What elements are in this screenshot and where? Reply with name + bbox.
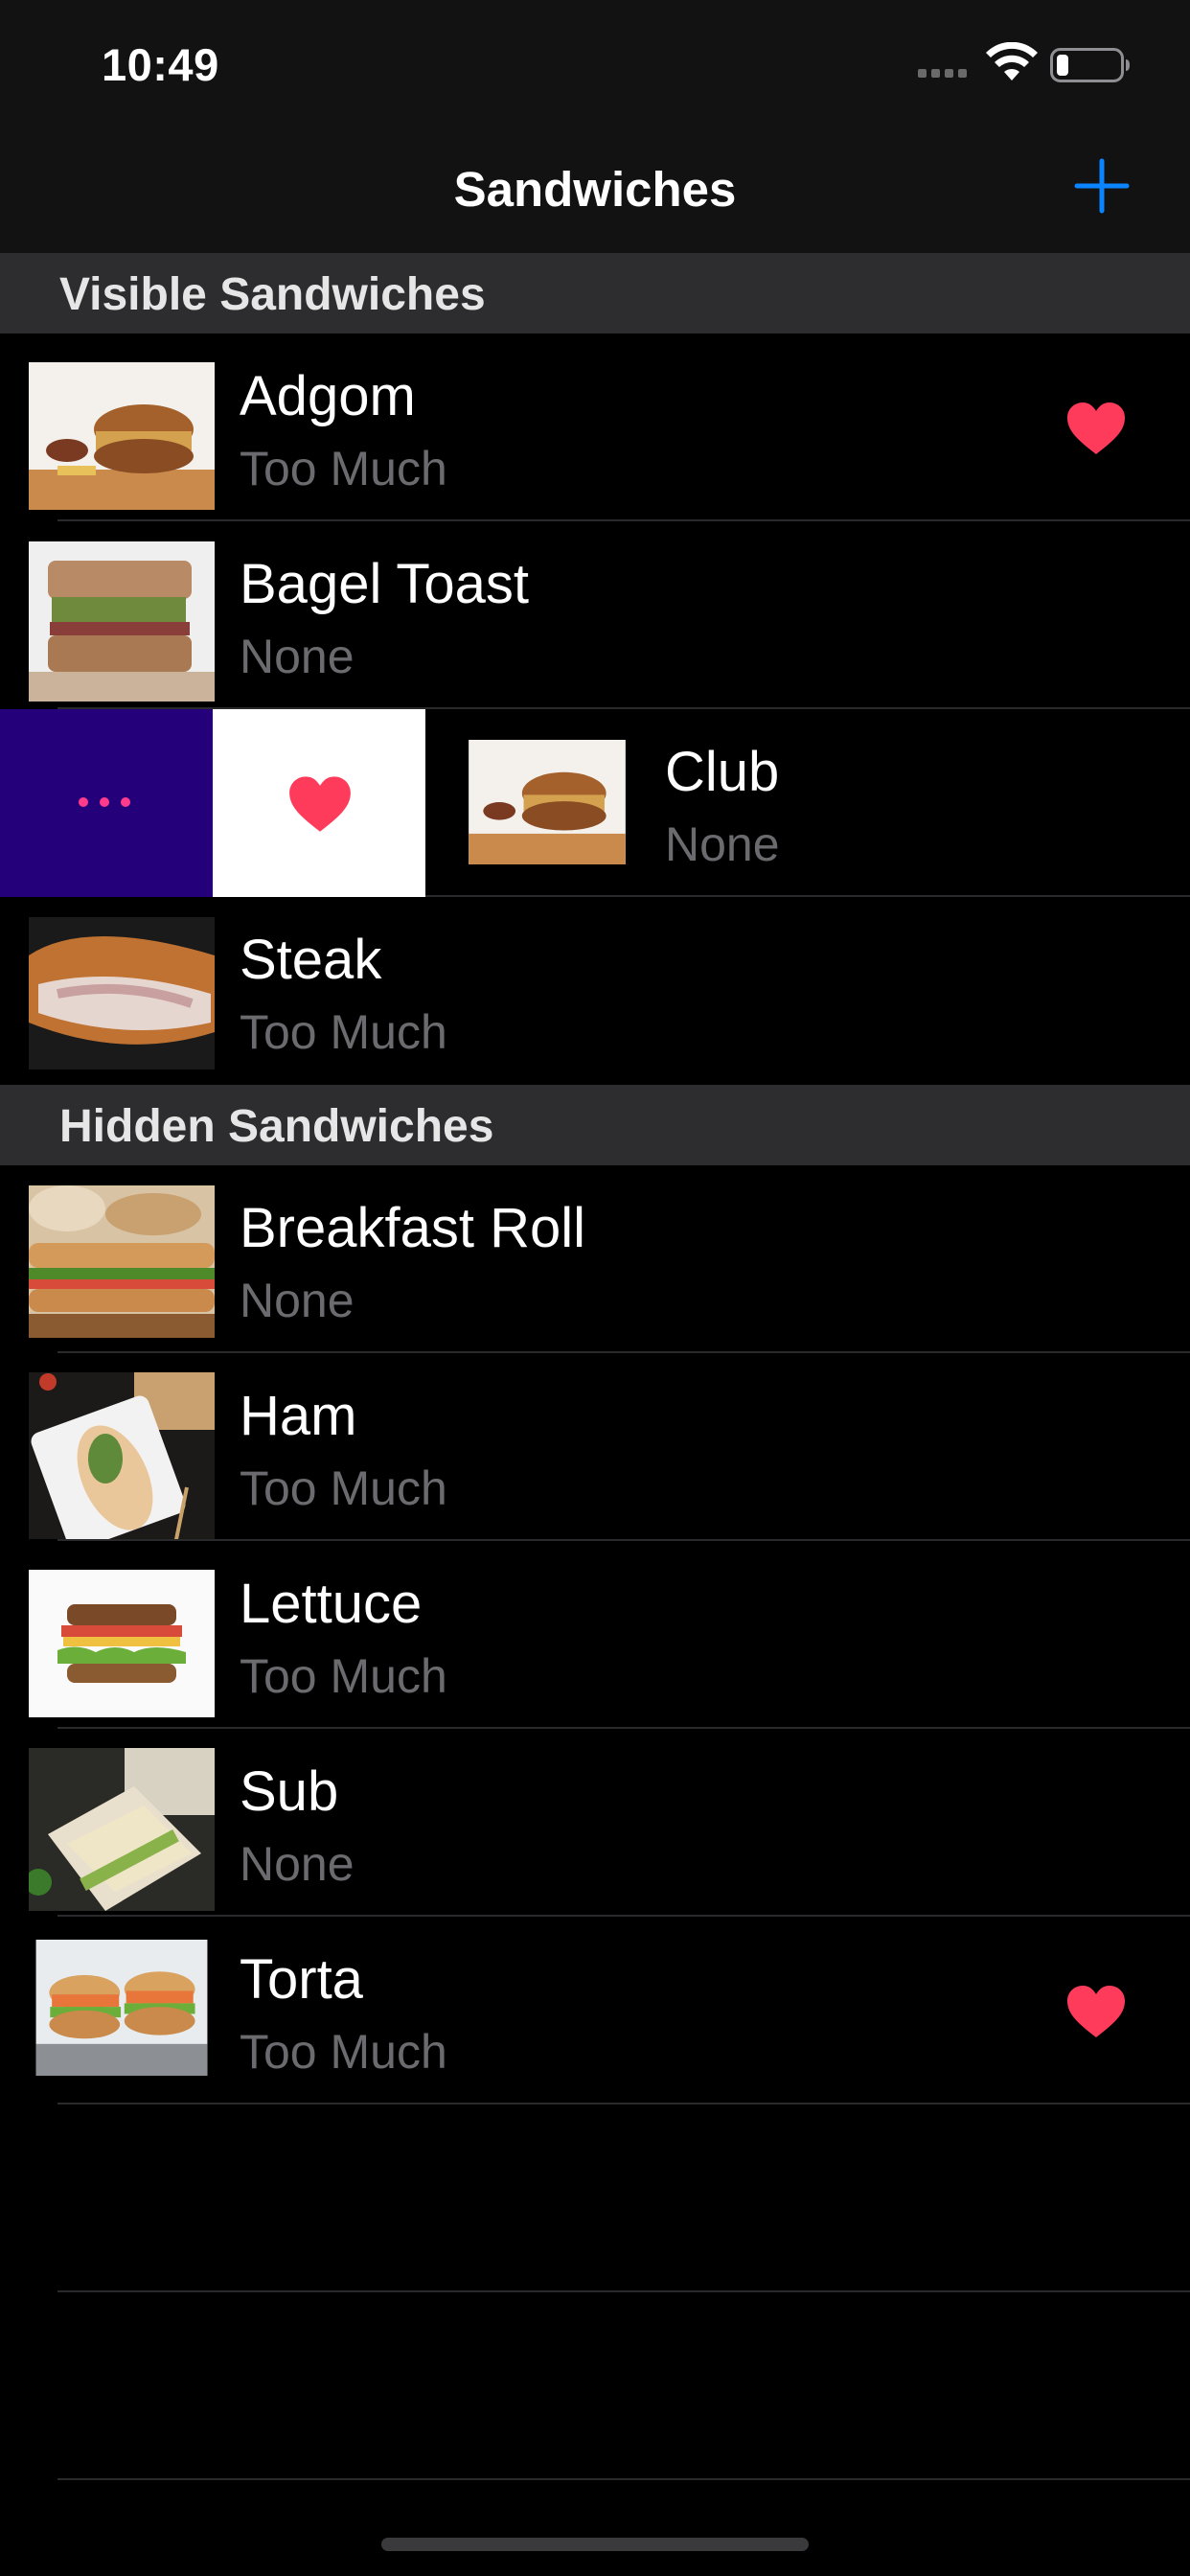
sandwich-name: Breakfast Roll <box>240 1197 586 1259</box>
sandwich-detail: Too Much <box>240 1461 447 1515</box>
swipe-more-button[interactable] <box>0 709 213 897</box>
sandwich-detail: Too Much <box>240 1649 447 1703</box>
sandwich-row-sub[interactable]: Sub None <box>0 1729 1190 1917</box>
sandwich-name: Adgom <box>240 365 416 427</box>
sandwich-row-bagel-toast[interactable]: Bagel Toast None <box>0 521 1190 709</box>
plus-icon <box>1074 158 1130 214</box>
sandwich-name: Ham <box>240 1385 357 1447</box>
sandwich-name: Torta <box>240 1948 363 2011</box>
sandwich-row-torta[interactable]: Torta Too Much <box>0 1917 1190 2104</box>
cellular-signal-icon <box>918 69 967 78</box>
add-button[interactable] <box>1073 157 1131 215</box>
status-time: 10:49 <box>102 39 219 90</box>
empty-row-divider <box>57 2478 1190 2480</box>
wifi-icon <box>986 42 1038 80</box>
sandwich-detail: None <box>240 1837 355 1891</box>
sandwich-name: Bagel Toast <box>240 553 530 615</box>
sandwich-thumbnail <box>29 917 215 1070</box>
sandwich-detail: None <box>240 630 355 683</box>
swiped-row-content: Club None <box>425 709 1190 897</box>
sandwich-name: Steak <box>240 929 382 991</box>
sandwich-thumbnail <box>29 362 215 510</box>
page-title: Sandwiches <box>453 162 737 217</box>
sandwich-thumbnail <box>29 1748 215 1911</box>
sandwich-row-club[interactable]: Club None <box>0 709 1190 897</box>
sandwich-thumbnail <box>29 1372 215 1539</box>
swipe-favorite-button[interactable] <box>213 709 425 897</box>
section-title: Hidden Sandwiches <box>59 1101 494 1152</box>
sandwich-thumbnail <box>35 1940 208 2076</box>
sandwich-name: Club <box>665 741 780 803</box>
heart-icon <box>1067 1986 1125 2037</box>
navigation-bar: Sandwiches <box>0 134 1190 253</box>
sandwich-thumbnail <box>29 1185 215 1338</box>
sandwich-row-steak[interactable]: Steak Too Much <box>0 897 1190 1085</box>
battery-icon <box>1050 48 1130 82</box>
heart-icon <box>289 776 351 832</box>
sandwich-name: Lettuce <box>240 1573 423 1635</box>
row-divider <box>57 2103 1190 2104</box>
home-indicator[interactable] <box>381 2538 809 2551</box>
sandwich-detail: Too Much <box>240 2025 447 2079</box>
sandwich-name: Sub <box>240 1760 339 1823</box>
section-header-hidden: Hidden Sandwiches <box>0 1085 1190 1165</box>
sandwich-detail: None <box>240 1274 355 1327</box>
sandwich-detail: Too Much <box>240 442 447 495</box>
sandwich-row-lettuce[interactable]: Lettuce Too Much <box>0 1541 1190 1729</box>
status-bar: 10:49 <box>0 0 1190 134</box>
sandwich-detail: None <box>665 817 780 871</box>
heart-icon <box>1067 402 1125 454</box>
sandwich-thumbnail <box>29 541 215 702</box>
sandwich-thumbnail <box>29 1570 215 1717</box>
section-title: Visible Sandwiches <box>59 269 486 320</box>
sandwich-thumbnail <box>469 740 626 864</box>
ellipsis-icon <box>79 797 130 807</box>
section-header-visible: Visible Sandwiches <box>0 253 1190 334</box>
sandwich-row-breakfast-roll[interactable]: Breakfast Roll None <box>0 1165 1190 1353</box>
empty-row-divider <box>57 2290 1190 2292</box>
sandwich-detail: Too Much <box>240 1005 447 1059</box>
sandwich-row-ham[interactable]: Ham Too Much <box>0 1353 1190 1541</box>
sandwich-row-adgom[interactable]: Adgom Too Much <box>0 334 1190 521</box>
